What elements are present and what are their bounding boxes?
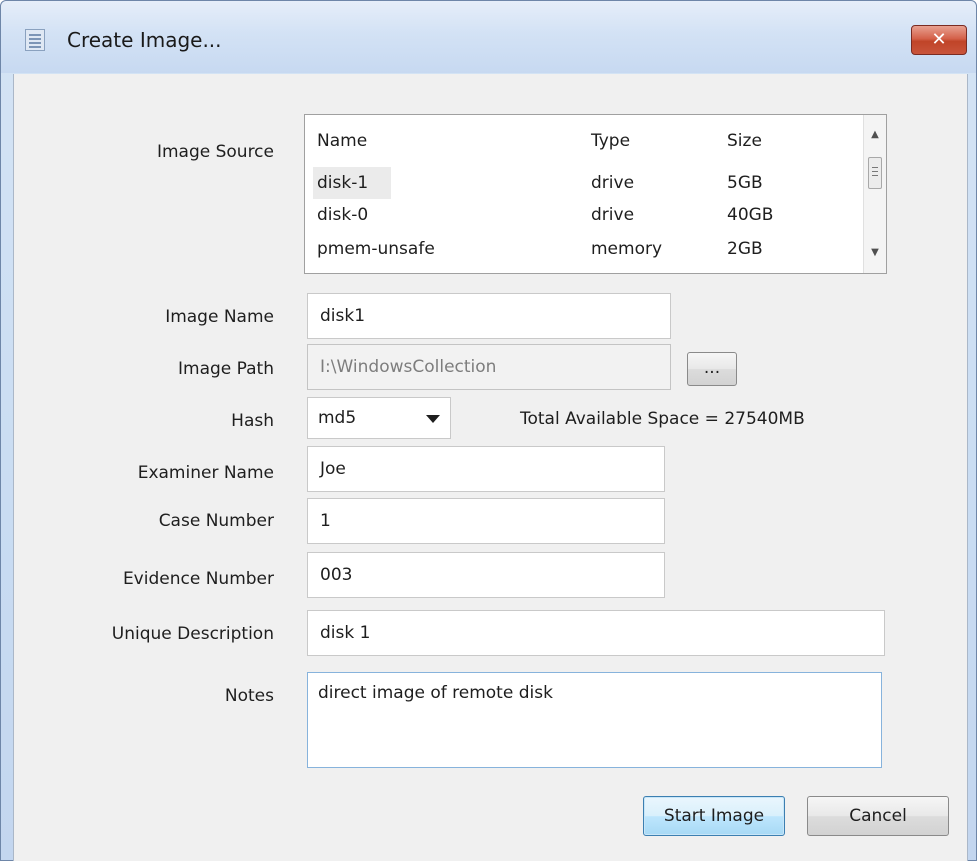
available-space-text: Total Available Space = 27540MB <box>520 409 805 429</box>
hash-selected-value: md5 <box>318 408 357 428</box>
start-image-button[interactable]: Start Image <box>643 796 785 836</box>
row-type: drive <box>591 205 635 225</box>
evidence-number-input[interactable]: 003 <box>307 552 665 598</box>
case-number-input[interactable]: 1 <box>307 498 665 544</box>
evidence-number-label: Evidence Number <box>122 569 274 589</box>
dialog-body: Image Source Name Type Size disk-1 drive… <box>13 74 968 861</box>
row-size: 2GB <box>727 239 763 259</box>
title-bar[interactable]: Create Image... ✕ <box>1 1 976 73</box>
image-path-label: Image Path <box>178 359 274 379</box>
column-header-size[interactable]: Size <box>727 131 762 151</box>
hash-label: Hash <box>231 411 274 431</box>
examiner-name-input[interactable]: Joe <box>307 446 665 492</box>
hash-select[interactable]: md5 <box>307 397 451 439</box>
row-name: disk-0 <box>317 205 369 225</box>
row-size: 40GB <box>727 205 774 225</box>
row-type: drive <box>591 173 635 193</box>
examiner-name-label: Examiner Name <box>137 463 274 483</box>
unique-description-label: Unique Description <box>111 624 274 644</box>
scroll-up-arrow-icon[interactable]: ▲ <box>864 129 886 140</box>
image-source-list[interactable]: Name Type Size disk-1 drive 5GB disk-0 d… <box>304 114 887 274</box>
chevron-down-icon <box>426 415 440 423</box>
create-image-dialog: Create Image... ✕ Image Source Name Type… <box>0 0 977 861</box>
image-name-input[interactable]: disk1 <box>307 293 671 339</box>
row-name: pmem-unsafe <box>317 239 435 259</box>
image-path-input: I:\WindowsCollection <box>307 344 671 390</box>
row-size: 5GB <box>727 173 763 193</box>
browse-button[interactable]: ... <box>687 352 737 386</box>
image-name-label: Image Name <box>165 307 274 327</box>
scrollbar-thumb[interactable] <box>868 157 882 189</box>
cancel-button[interactable]: Cancel <box>807 796 949 836</box>
notes-label: Notes <box>224 686 274 706</box>
scroll-down-arrow-icon[interactable]: ▼ <box>864 247 886 258</box>
unique-description-input[interactable]: disk 1 <box>307 610 885 656</box>
row-type: memory <box>591 239 663 259</box>
column-header-name[interactable]: Name <box>317 131 367 151</box>
window-title: Create Image... <box>67 28 222 52</box>
case-number-label: Case Number <box>158 511 274 531</box>
app-icon <box>25 29 45 51</box>
image-source-label: Image Source <box>156 142 274 162</box>
notes-textarea[interactable]: direct image of remote disk <box>307 672 882 768</box>
close-button[interactable]: ✕ <box>911 25 967 55</box>
vertical-scrollbar[interactable]: ▲ ▼ <box>863 115 886 273</box>
row-name: disk-1 <box>317 173 369 193</box>
close-icon: ✕ <box>931 29 947 50</box>
column-header-type[interactable]: Type <box>591 131 630 151</box>
